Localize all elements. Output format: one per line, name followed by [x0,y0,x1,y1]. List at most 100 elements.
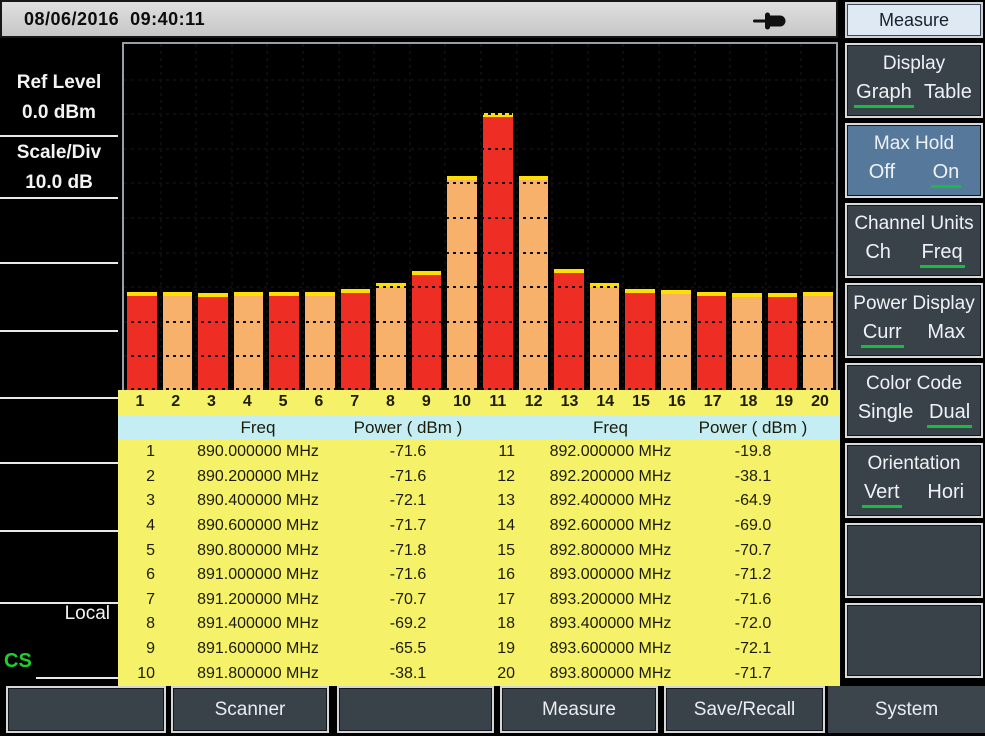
table-cell: 892.200000 MHz [523,465,698,490]
remote-state-label: Local [65,603,110,625]
table-cell: 16 [463,563,523,588]
table-cell: -71.8 [353,538,463,563]
bottom-button-blank-0[interactable] [6,686,166,733]
bar-ch-12 [519,176,549,390]
bar-ch-2 [163,292,193,390]
table-cell: 2 [118,465,163,490]
softkey-blank-7[interactable] [845,603,983,678]
scanner-app-screen: 08/06/2016 09:40:11 Measure Ref Level 0.… [0,0,985,736]
table-row: 7891.200000 MHz-70.717893.200000 MHz-71.… [118,588,840,613]
table-cell: 9 [118,637,163,662]
table-cell: -71.6 [353,440,463,465]
channel-number: 11 [480,390,516,415]
gridline-overlay [124,286,836,288]
gridline-overlay [124,113,836,115]
softkey-option-single[interactable]: Single [856,401,916,428]
bar-ch-10 [447,176,477,390]
softkey-title: Display [850,53,978,75]
table-cell: 4 [118,514,163,539]
softkey-option-dual[interactable]: Dual [927,401,972,428]
table-cell: 20 [463,661,523,686]
table-cell [808,637,840,662]
channel-number: 15 [623,390,659,415]
panel-separator [0,397,118,399]
bottom-button-save-recall[interactable]: Save/Recall [664,686,825,733]
table-cell: 19 [463,637,523,662]
gridline-overlay [124,148,836,150]
table-cell: 7 [118,588,163,613]
table-cell: 893.000000 MHz [523,563,698,588]
table-cell [808,563,840,588]
panel-separator [0,462,118,464]
table-cell [808,514,840,539]
softkey-title: Max Hold [850,133,978,155]
table-cell: -71.7 [353,514,463,539]
channel-number: 20 [802,390,838,415]
bottom-button-blank-2[interactable] [337,686,494,733]
softkey-power-display[interactable]: Power DisplayCurrMax [845,283,983,358]
softkey-option-on[interactable]: On [931,161,962,188]
table-cell: -70.7 [353,588,463,613]
channel-number: 12 [516,390,552,415]
softkey-option-table[interactable]: Table [922,81,974,108]
channel-axis: 1234567891011121314151617181920 [122,390,838,415]
table-cell: 15 [463,538,523,563]
table-cell: 892.600000 MHz [523,514,698,539]
softkey-title: Color Code [850,373,978,395]
softkey-channel-units[interactable]: Channel UnitsChFreq [845,203,983,278]
table-cell [808,489,840,514]
bar-chart-plot [122,42,838,390]
table-cell [808,538,840,563]
softkey-title: Orientation [850,453,978,475]
channel-number: 7 [337,390,373,415]
titlebar: 08/06/2016 09:40:11 [0,0,838,38]
table-cell: 18 [463,612,523,637]
table-cell: 13 [463,489,523,514]
scale-div-label: Scale/Div [0,140,118,166]
table-cell: 1 [118,440,163,465]
table-header-cell: Freq [523,415,698,440]
channel-number: 5 [265,390,301,415]
bottom-button-measure[interactable]: Measure [500,686,658,733]
channel-number: 4 [229,390,265,415]
softkey-option-freq[interactable]: Freq [920,241,965,268]
channel-number: 2 [158,390,194,415]
softkey-orientation[interactable]: Orientation Vert Hori [845,443,983,518]
table-cell: -72.1 [353,489,463,514]
bar-ch-3 [198,293,228,390]
softkey-display[interactable]: Display Graph Table [845,43,983,118]
table-header-cell: Power ( dBm ) [698,415,808,440]
table-row: 10891.800000 MHz-38.120893.800000 MHz-71… [118,661,840,686]
table-header-cell [463,415,523,440]
table-cell: 6 [118,563,163,588]
softkey-option-off[interactable]: Off [867,161,897,188]
softkey-option-vert[interactable]: Vert [862,481,902,508]
bar-ch-15 [625,289,655,390]
softkey-option-max[interactable]: Max [925,321,967,348]
channel-number: 6 [301,390,337,415]
status-indicator: CS [4,650,32,673]
table-cell: 14 [463,514,523,539]
table-cell: -38.1 [698,465,808,490]
table-cell: -69.0 [698,514,808,539]
panel-separator [0,197,118,199]
softkey-option-hori[interactable]: Hori [925,481,966,508]
table-cell: -71.6 [353,465,463,490]
bar-ch-14 [590,283,620,390]
bar-ch-5 [269,292,299,390]
bar-ch-18 [732,293,762,390]
channel-number: 17 [695,390,731,415]
softkey-option-curr[interactable]: Curr [861,321,904,348]
table-cell: 890.800000 MHz [163,538,353,563]
softkey-blank-6[interactable] [845,523,983,598]
bottom-button-scanner[interactable]: Scanner [171,686,329,733]
softkey-max-hold[interactable]: Max Hold Off On [845,123,983,198]
channel-number: 16 [659,390,695,415]
table-cell: 12 [463,465,523,490]
table-header: FreqPower ( dBm )FreqPower ( dBm ) [118,415,840,440]
softkey-color-code[interactable]: Color Code Single Dual [845,363,983,438]
softkey-option-graph[interactable]: Graph [854,81,914,108]
bar-ch-20 [803,292,833,390]
bottom-button-system[interactable]: System [828,686,985,733]
softkey-option-ch[interactable]: Ch [863,241,893,268]
